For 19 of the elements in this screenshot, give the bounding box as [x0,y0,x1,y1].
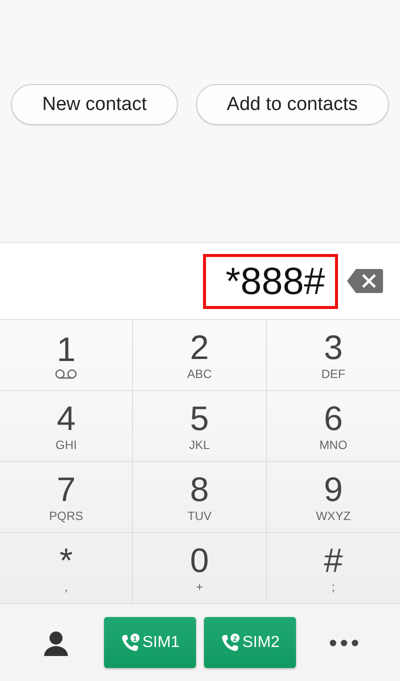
dial-key[interactable]: 9 WXYZ [266,462,400,533]
person-icon [42,628,70,656]
dial-key[interactable]: 8 TUV [133,462,267,533]
dial-key[interactable]: 5 JKL [133,391,267,462]
dial-key[interactable]: 4 GHI [0,391,134,462]
dial-key[interactable]: 3 DEF [266,320,400,391]
voicemail-icon [55,368,78,378]
dial-key[interactable]: 0 + [133,533,267,604]
dialed-number: *888# [202,254,338,308]
backspace-icon[interactable] [346,268,384,294]
action-button[interactable]: Add to contacts [196,84,389,125]
dial-key[interactable]: * , [0,533,134,604]
dial-key[interactable]: 1 [0,320,134,391]
action-button[interactable]: New contact [11,84,178,125]
dial-key[interactable]: 6 MNO [266,391,400,462]
dial-key[interactable]: 2 ABC [133,320,267,391]
dial-key[interactable]: 7 PQRS [0,462,134,533]
dial-key[interactable]: # ; [266,533,400,604]
more-icon [329,638,359,646]
